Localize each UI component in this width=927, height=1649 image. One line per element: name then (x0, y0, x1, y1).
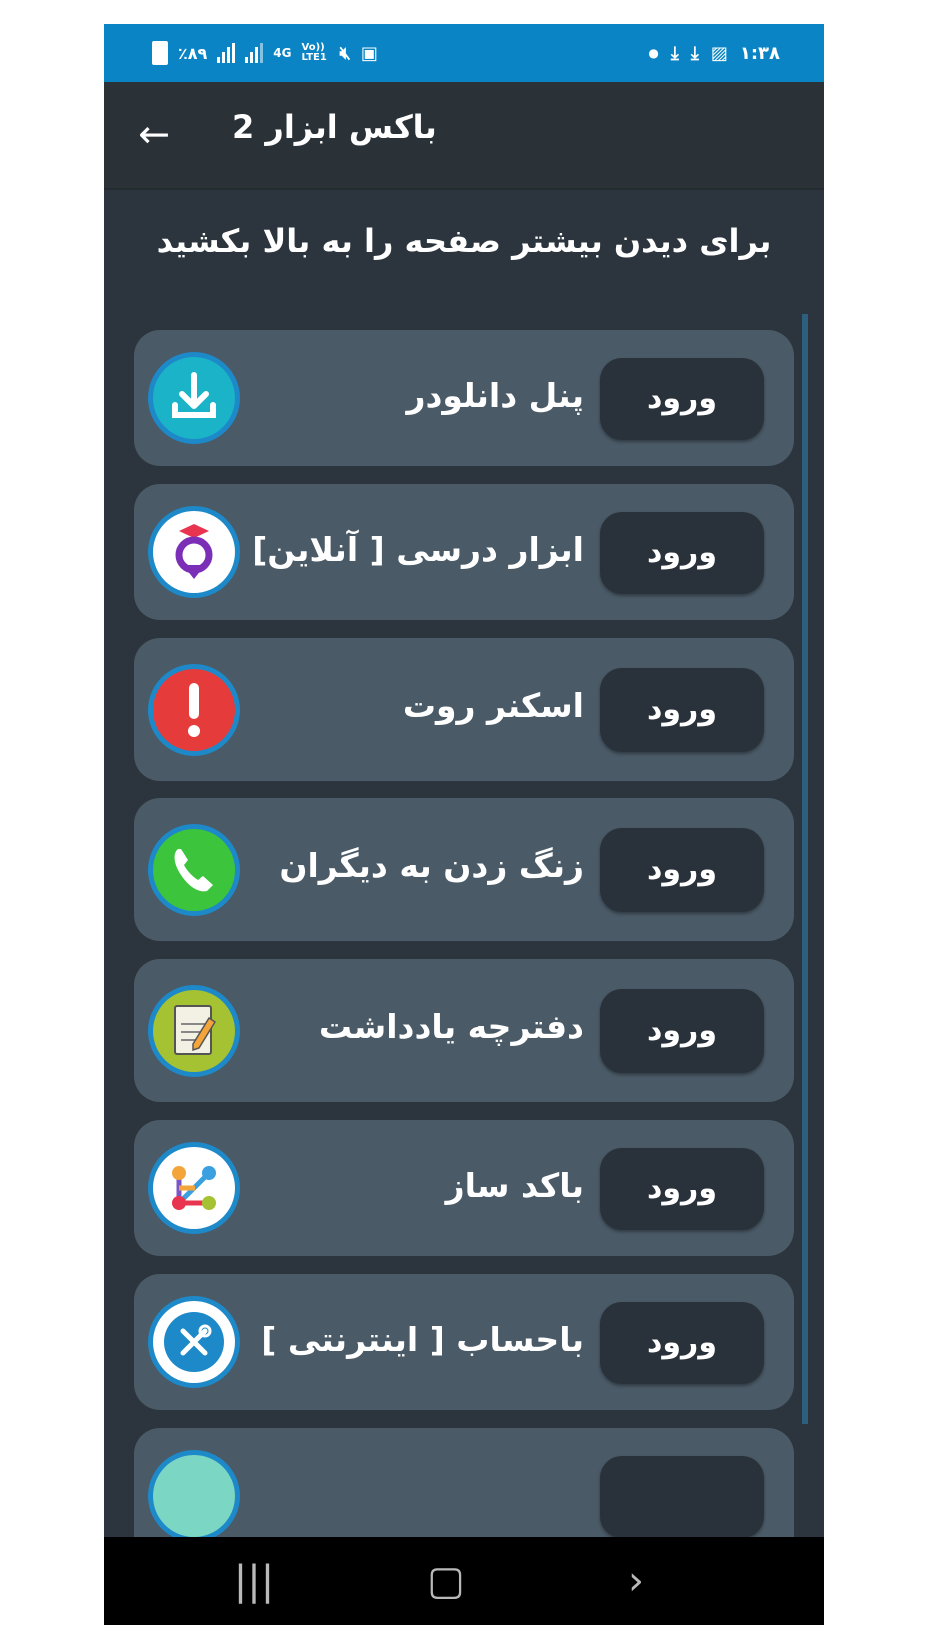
list-item (134, 1428, 794, 1545)
enter-button[interactable]: ورود (600, 1148, 764, 1230)
notepad-icon[interactable] (148, 985, 240, 1077)
item-label: اسکنر روت (402, 686, 584, 725)
item-label: باحساب [ اینترنتی ] (261, 1320, 584, 1359)
enter-button[interactable]: ورود (600, 1302, 764, 1384)
list-item: ورود باحساب [ اینترنتی ] (134, 1274, 794, 1410)
graph-nodes-icon[interactable] (148, 1142, 240, 1234)
list-item: ورود پنل دانلودر (134, 330, 794, 466)
enter-button[interactable]: ورود (600, 828, 764, 912)
signal-icon (217, 43, 236, 63)
scrollbar[interactable] (802, 314, 808, 1424)
graduation-pin-icon[interactable] (148, 506, 240, 598)
status-right: ● ⤓ ⤓ ▨ ۱:۳۸ (648, 38, 780, 68)
saver-icon: ▣ (360, 42, 378, 64)
phone-icon[interactable] (148, 824, 240, 916)
arrow-left-icon[interactable]: ← (132, 112, 176, 156)
enter-button[interactable]: ورود (600, 512, 764, 594)
tools-icon[interactable] (148, 1296, 240, 1388)
enter-button[interactable]: ورود (600, 668, 764, 752)
list-item: ورود دفترچه یادداشت (134, 959, 794, 1102)
list-item: ورود ابزار درسی [ آنلاین] (134, 484, 794, 620)
network-type: 4G (273, 46, 292, 60)
list-item: ورود زنگ زدن به دیگران (134, 798, 794, 941)
download-icon[interactable] (148, 352, 240, 444)
recent-apps-icon[interactable]: ||| (224, 1555, 284, 1607)
app-bar: ← باکس ابزار 2 (104, 82, 824, 190)
scroll-hint: برای دیدن بیشتر صفحه را به بالا بکشید (156, 222, 772, 260)
battery-level: ٪۸۹ (178, 43, 208, 63)
download-notif-icon-2: ⤓ (690, 42, 699, 64)
item-label: زنگ زدن به دیگران (279, 846, 584, 885)
signal-icon-2 (245, 43, 264, 63)
mute-icon: 🔇︎ (339, 42, 351, 64)
status-left: ٪۸۹ 4G Vo)) LTE1 🔇︎ ▣ (152, 38, 378, 68)
item-label: پنل دانلودر (406, 376, 584, 415)
dot-icon: ● (648, 46, 659, 60)
list-item: ورود باکد ساز (134, 1120, 794, 1256)
item-label: باکد ساز (445, 1166, 584, 1205)
phone-screen: ٪۸۹ 4G Vo)) LTE1 🔇︎ ▣ ● ⤓ ⤓ ▨ ۱:۳۸ ← باک… (104, 24, 824, 1625)
status-bar: ٪۸۹ 4G Vo)) LTE1 🔇︎ ▣ ● ⤓ ⤓ ▨ ۱:۳۸ (104, 24, 824, 82)
list-item: ورود اسکنر روت (134, 638, 794, 781)
item-label: ابزار درسی [ آنلاین] (252, 530, 584, 569)
enter-button[interactable]: ورود (600, 358, 764, 440)
exclamation-icon[interactable] (148, 664, 240, 756)
volte-label: Vo)) LTE1 (301, 42, 327, 63)
back-icon[interactable]: › (606, 1555, 666, 1607)
enter-button[interactable] (600, 1456, 764, 1538)
item-label: دفترچه یادداشت (318, 1007, 584, 1046)
enter-button[interactable]: ورود (600, 989, 764, 1073)
image-notif-icon: ▨ (710, 42, 728, 64)
app-icon[interactable] (148, 1450, 240, 1542)
page-title: باکس ابزار 2 (232, 108, 437, 146)
download-notif-icon: ⤓ (670, 42, 679, 64)
clock: ۱:۳۸ (739, 42, 780, 64)
nav-bar: ||| ▢ › (104, 1537, 824, 1625)
home-icon[interactable]: ▢ (416, 1555, 476, 1607)
tool-list: ورود پنل دانلودر ورود ابزار درسی [ آنلای… (134, 330, 794, 1545)
battery-icon (152, 41, 168, 65)
